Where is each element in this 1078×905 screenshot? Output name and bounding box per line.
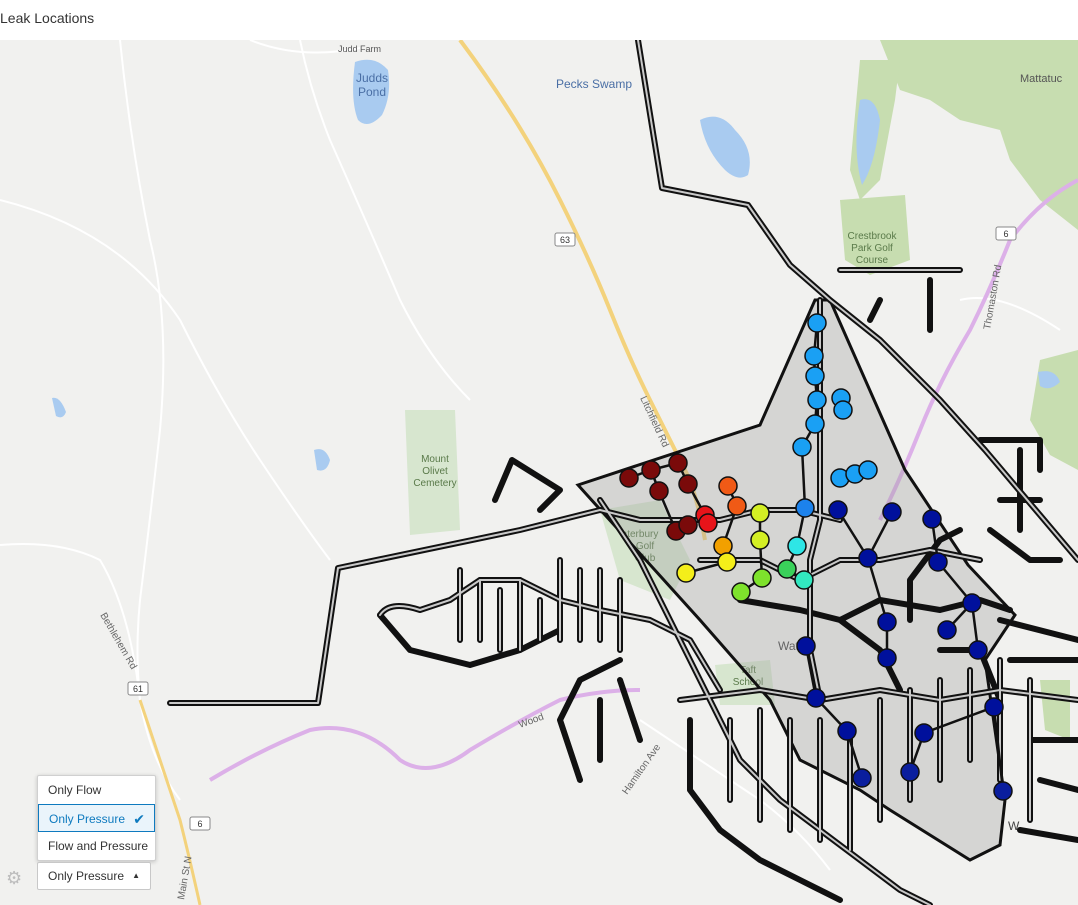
route-shield-6-east: 6 bbox=[995, 226, 1017, 241]
caret-up-icon: ▲ bbox=[132, 871, 140, 880]
svg-text:63: 63 bbox=[560, 235, 570, 245]
leak-marker[interactable] bbox=[833, 400, 853, 420]
leak-marker[interactable] bbox=[676, 563, 696, 583]
leak-marker[interactable] bbox=[794, 570, 814, 590]
leak-marker[interactable] bbox=[649, 481, 669, 501]
leak-marker[interactable] bbox=[619, 468, 639, 488]
label-bethlehem-rd: Bethlehem Rd bbox=[97, 611, 138, 671]
leak-marker[interactable] bbox=[806, 688, 826, 708]
leak-marker[interactable] bbox=[750, 503, 770, 523]
label-judd-farm: Judd Farm bbox=[338, 44, 381, 54]
label-mount-olivet-2: Olivet bbox=[422, 466, 448, 477]
svg-text:6: 6 bbox=[197, 819, 202, 829]
label-judds-pond-2: Pond bbox=[358, 85, 386, 99]
leak-marker[interactable] bbox=[837, 721, 857, 741]
checkmark-icon: ✔ bbox=[133, 811, 145, 827]
leak-marker[interactable] bbox=[787, 536, 807, 556]
leak-marker[interactable] bbox=[713, 536, 733, 556]
menu-option-only-pressure[interactable]: Only Pressure ✔ bbox=[38, 804, 155, 832]
label-mount-olivet-3: Cemetery bbox=[413, 478, 456, 489]
leak-marker[interactable] bbox=[795, 498, 815, 518]
leak-marker[interactable] bbox=[858, 460, 878, 480]
leak-marker[interactable] bbox=[993, 781, 1013, 801]
leak-marker[interactable] bbox=[718, 476, 738, 496]
page-title: Leak Locations bbox=[0, 10, 95, 26]
leak-marker[interactable] bbox=[750, 530, 770, 550]
label-crestbrook-2: Park Golf bbox=[851, 243, 893, 254]
leak-marker[interactable] bbox=[678, 474, 698, 494]
leak-marker[interactable] bbox=[858, 548, 878, 568]
leak-marker[interactable] bbox=[641, 460, 661, 480]
leak-marker[interactable] bbox=[668, 453, 688, 473]
label-mattatuck: Mattatuc bbox=[1020, 73, 1063, 85]
leak-marker[interactable] bbox=[928, 552, 948, 572]
label-pecks-swamp: Pecks Swamp bbox=[556, 77, 632, 91]
map[interactable]: 63 6 6 61 Judds Pond Pecks Swamp Mattatu bbox=[0, 40, 1078, 905]
svg-text:6: 6 bbox=[1003, 229, 1008, 239]
leak-marker[interactable] bbox=[962, 593, 982, 613]
leak-marker[interactable] bbox=[807, 390, 827, 410]
label-hamilton-ave: Hamilton Ave bbox=[620, 742, 663, 797]
leak-marker[interactable] bbox=[937, 620, 957, 640]
menu-option-flow-and-pressure[interactable]: Flow and Pressure bbox=[38, 832, 155, 860]
label-crestbrook-1: Crestbrook bbox=[848, 231, 898, 242]
leak-marker[interactable] bbox=[882, 502, 902, 522]
leak-marker[interactable] bbox=[752, 568, 772, 588]
leak-marker[interactable] bbox=[698, 513, 718, 533]
compass-icon[interactable]: ⚙ bbox=[6, 868, 28, 890]
leak-marker[interactable] bbox=[828, 500, 848, 520]
leak-marker[interactable] bbox=[914, 723, 934, 743]
map-canvas[interactable]: 63 6 6 61 Judds Pond Pecks Swamp Mattatu bbox=[0, 40, 1078, 905]
svg-text:61: 61 bbox=[133, 684, 143, 694]
leak-marker[interactable] bbox=[777, 559, 797, 579]
leak-marker[interactable] bbox=[804, 346, 824, 366]
filter-dropdown-menu[interactable]: Only Flow Only Pressure ✔ Flow and Pressu… bbox=[37, 775, 156, 861]
leak-marker[interactable] bbox=[805, 366, 825, 386]
leak-marker[interactable] bbox=[792, 437, 812, 457]
leak-marker[interactable] bbox=[731, 582, 751, 602]
label-crestbrook-3: Course bbox=[856, 255, 889, 266]
label-mount-olivet-1: Mount bbox=[421, 454, 449, 465]
leak-marker[interactable] bbox=[877, 612, 897, 632]
label-main-st: Main St N bbox=[176, 855, 194, 900]
leak-marker[interactable] bbox=[877, 648, 897, 668]
leak-marker[interactable] bbox=[805, 414, 825, 434]
route-shield-61: 61 bbox=[127, 681, 149, 696]
leak-marker[interactable] bbox=[968, 640, 988, 660]
label-judds-pond-1: Judds bbox=[356, 71, 388, 85]
leak-marker[interactable] bbox=[807, 313, 827, 333]
label-litchfield-rd: Litchfield Rd bbox=[637, 395, 670, 450]
leak-marker[interactable] bbox=[796, 636, 816, 656]
leak-marker[interactable] bbox=[984, 697, 1004, 717]
leak-marker[interactable] bbox=[717, 552, 737, 572]
label-woodbury-rd: Wood bbox=[517, 712, 545, 731]
menu-option-only-flow[interactable]: Only Flow bbox=[38, 776, 155, 804]
leak-marker[interactable] bbox=[678, 515, 698, 535]
leak-marker[interactable] bbox=[922, 509, 942, 529]
route-shield-63: 63 bbox=[554, 232, 576, 247]
leak-marker[interactable] bbox=[852, 768, 872, 788]
leak-marker[interactable] bbox=[900, 762, 920, 782]
leak-marker[interactable] bbox=[727, 496, 747, 516]
filter-select[interactable]: Only Pressure ▲ bbox=[37, 862, 151, 890]
route-shield-6-west: 6 bbox=[189, 816, 211, 831]
